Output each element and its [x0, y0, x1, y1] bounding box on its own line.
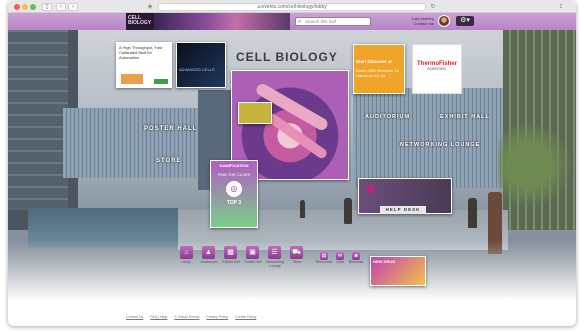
footer-link[interactable]: © Virtual Events — [174, 315, 199, 319]
user-info[interactable]: Julia Marting Contact me — [394, 16, 434, 26]
orange-ad-poster[interactable]: Start Discover at Booth 4000 Reaction 12… — [353, 44, 405, 94]
resources-button[interactable]: ▤ — [320, 252, 328, 260]
gamification-subtitle: FIND THE CLUES — [217, 172, 251, 177]
briefcase-label: Briefcase — [348, 260, 364, 264]
close-window-icon[interactable] — [14, 4, 20, 10]
site-header — [8, 13, 576, 30]
left-ad-title: A High Throughput, Fast Calibrated Built… — [119, 45, 163, 60]
gamification-poster[interactable]: GAMIFICATION FIND THE CLUES ◎ TOP 3 — [210, 160, 258, 228]
sign-auditorium[interactable]: AUDITORIUM — [365, 114, 410, 120]
target-icon: ◎ — [226, 181, 242, 197]
store-label: Store — [292, 260, 302, 264]
browser-window: ▯ ‹ › ◈ a.events.com/cell-biology/lobby … — [8, 0, 576, 326]
sign-exhibit-hall[interactable]: EXHIBIT HALL — [440, 114, 490, 120]
shield-icon: ◈ — [147, 4, 153, 10]
forward-icon[interactable]: › — [68, 3, 78, 11]
arrow-up-icon: ▲ — [205, 249, 212, 256]
thermofisher-poster[interactable]: ThermoFisher SCIENTIFIC — [412, 44, 462, 94]
bottom-right-ad-text: NEW DRUG — [373, 259, 396, 264]
document-icon: ▤ — [321, 253, 327, 259]
product-image — [121, 74, 143, 84]
virtual-lobby-scene: CELL BIOLOGY A High Throughput, Fast Cal… — [8, 30, 576, 326]
auditorium-label: Auditorium — [200, 260, 218, 264]
reload-icon[interactable]: ↻ — [428, 3, 438, 11]
sign-store[interactable]: STORE — [156, 158, 182, 164]
exhibit-hall-label: Exhibit Hall — [222, 260, 240, 264]
small-green-poster[interactable] — [238, 102, 272, 124]
footer-link[interactable]: Privacy Policy — [206, 315, 228, 319]
message-icon: ✉ — [337, 253, 343, 259]
networking-lounge-label: Networking Lounge — [266, 260, 284, 268]
orange-ad-title: Start Discover at — [356, 59, 392, 64]
ad-button[interactable] — [154, 79, 168, 84]
logo-line-2: BIOLOGY — [128, 20, 152, 26]
address-bar[interactable]: a.events.com/cell-biology/lobby — [158, 3, 426, 11]
search-input[interactable]: ⌕ Search this hall — [295, 17, 371, 26]
center-ad-poster[interactable]: ADVANCED CELLS — [176, 42, 226, 88]
browser-chrome: ▯ ‹ › ◈ a.events.com/cell-biology/lobby … — [8, 0, 576, 13]
gamification-badge: TOP 3 — [226, 200, 242, 206]
share-icon[interactable]: ⇪ — [556, 3, 566, 11]
main-sign: CELL BIOLOGY — [236, 50, 338, 64]
chat-button[interactable]: ✉ — [336, 252, 344, 260]
store-button[interactable]: ⛟ — [290, 246, 303, 259]
visitor-figure — [344, 198, 352, 224]
search-placeholder: Search this hall — [305, 19, 336, 24]
footer-links: Contact Us FAQ | Help © Virtual Events P… — [126, 315, 262, 319]
cart-icon: ⛟ — [292, 249, 301, 256]
auditorium-button[interactable]: ▲ — [202, 246, 215, 259]
grid-icon: ▦ — [227, 249, 234, 256]
lobby-button[interactable]: ⌂ — [180, 246, 193, 259]
help-desk-label[interactable]: HELP DESK — [380, 206, 426, 214]
gamification-title: GAMIFICATION — [219, 163, 249, 168]
visitor-figure — [468, 198, 477, 228]
maximize-window-icon[interactable] — [30, 4, 36, 10]
tree — [498, 110, 576, 220]
sign-poster-hall[interactable]: POSTER HALL — [144, 126, 197, 132]
poster-hall-button[interactable]: ▣ — [246, 246, 259, 259]
center-ad-title: ADVANCED CELLS — [179, 67, 215, 72]
help-icon — [367, 185, 375, 193]
avatar[interactable] — [438, 15, 450, 27]
networking-lounge-button[interactable]: ☰ — [268, 246, 281, 259]
bottom-right-ad[interactable]: NEW DRUG — [370, 256, 426, 286]
briefcase-button[interactable]: ■ — [352, 252, 360, 260]
sidebar-icon[interactable]: ▯ — [42, 3, 52, 11]
lobby-label: Lobby — [181, 260, 191, 264]
exhibit-hall-button[interactable]: ▦ — [224, 246, 237, 259]
footer-link[interactable]: Contact Us — [126, 315, 143, 319]
minimize-window-icon[interactable] — [22, 4, 28, 10]
briefcase-icon: ■ — [354, 253, 358, 259]
image-icon: ▣ — [249, 249, 256, 256]
footer-link[interactable]: Cookie Policy — [235, 315, 256, 319]
left-ad-poster[interactable]: A High Throughput, Fast Calibrated Built… — [116, 42, 172, 88]
header-banner — [154, 13, 290, 30]
resources-label: Resources — [315, 260, 333, 264]
visitor-figure — [300, 200, 305, 218]
footer-link[interactable]: FAQ | Help — [150, 315, 167, 319]
user-subtitle: Contact me — [413, 21, 434, 26]
chat-icon: ☰ — [271, 249, 278, 256]
orange-ad-detail: Booth 4000 Reaction 12 Hands-on 10-1a — [356, 68, 399, 78]
search-icon: ⌕ — [298, 19, 302, 25]
back-icon[interactable]: ‹ — [56, 3, 66, 11]
glass-building-left — [63, 108, 198, 178]
sign-networking-lounge[interactable]: NETWORKING LOUNGE — [400, 142, 480, 148]
left-building-windows — [8, 30, 68, 210]
thermo-line-2: SCIENTIFIC — [427, 67, 447, 71]
home-icon: ⌂ — [184, 249, 189, 256]
gear-icon[interactable]: ⚙▾ — [456, 16, 474, 26]
event-logo[interactable]: CELL BIOLOGY — [126, 13, 154, 30]
